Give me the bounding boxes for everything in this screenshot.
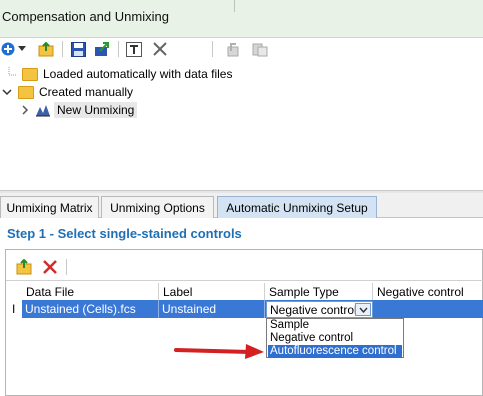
- chevron-down-icon: [358, 307, 368, 313]
- unmixing-chart-icon: [36, 105, 50, 117]
- column-label: Label: [163, 284, 193, 299]
- close-icon: [43, 260, 57, 274]
- chevron-down-icon: [18, 46, 26, 51]
- paste-button[interactable]: [250, 39, 270, 59]
- save-icon: [70, 41, 86, 57]
- rename-button[interactable]: [124, 39, 144, 59]
- tree-item-label: Created manually: [39, 85, 134, 99]
- tab-unmixing-options[interactable]: Unmixing Options: [101, 196, 214, 218]
- dropdown-option-autofluorescence-control[interactable]: Autofluorescence control: [268, 345, 402, 358]
- combo-value: Negative control: [270, 303, 357, 317]
- tree-item-new-unmixing[interactable]: New Unmixing: [20, 101, 138, 119]
- tab-label: Automatic Unmixing Setup: [226, 200, 368, 215]
- window-title-bar: Compensation and Unmixing: [0, 0, 483, 38]
- toolbar-separator: [62, 41, 63, 57]
- tab-automatic-unmixing-setup[interactable]: Automatic Unmixing Setup: [217, 196, 377, 218]
- step-title: Step 1 - Select single-stained controls: [7, 226, 242, 241]
- step-header: Step 1 - Select single-stained controls: [0, 219, 483, 247]
- tab-label: Unmixing Matrix: [6, 200, 93, 215]
- title-divider: [234, 0, 235, 12]
- row-marker: I: [12, 302, 16, 316]
- folder-add-icon: [16, 259, 31, 275]
- grid-toolbar: [6, 250, 483, 281]
- copy-button[interactable]: [224, 39, 244, 59]
- tab-label: Unmixing Options: [110, 200, 205, 215]
- folder-up-icon: [38, 41, 54, 56]
- column-header-data-file[interactable]: Data File: [22, 283, 159, 300]
- remove-control-button[interactable]: [40, 257, 60, 277]
- chevron-down-icon[interactable]: [2, 87, 12, 97]
- folder-icon: [18, 85, 34, 99]
- tree-item-label: Loaded automatically with data files: [43, 67, 233, 81]
- dropdown-option-sample[interactable]: Sample: [268, 319, 402, 332]
- column-header-negative-control[interactable]: Negative control: [373, 283, 483, 300]
- sample-type-dropdown-list: Sample Negative control Autofluorescence…: [266, 318, 404, 358]
- toolbar-separator: [118, 41, 119, 57]
- chevron-right-icon[interactable]: [20, 105, 30, 115]
- tab-bar: Unmixing Matrix Unmixing Options Automat…: [0, 193, 483, 218]
- delete-button[interactable]: [150, 39, 170, 59]
- export-icon: [95, 42, 109, 56]
- cell-negative-control[interactable]: [373, 300, 483, 318]
- save-button[interactable]: [68, 39, 88, 59]
- text-icon: [126, 41, 142, 57]
- tree-item-created-manually[interactable]: Created manually: [2, 83, 133, 101]
- folder-icon: [22, 67, 38, 81]
- add-icon: [1, 42, 15, 56]
- toolbar-separator: [66, 259, 67, 275]
- column-label: Data File: [26, 284, 75, 299]
- add-button[interactable]: [0, 39, 16, 59]
- window-title: Compensation and Unmixing: [2, 9, 169, 24]
- add-dropdown-button[interactable]: [16, 39, 28, 59]
- toolbar-separator: [212, 41, 213, 57]
- combo-dropdown-button[interactable]: [355, 303, 371, 316]
- copy-disabled-icon: [227, 42, 239, 56]
- column-header-sample-type[interactable]: Sample Type: [265, 283, 373, 300]
- tree-item-label: New Unmixing: [54, 102, 138, 118]
- dropdown-option-negative-control[interactable]: Negative control: [268, 332, 402, 345]
- delete-icon: [153, 42, 167, 56]
- main-toolbar: [0, 38, 483, 60]
- column-header-label[interactable]: Label: [159, 283, 265, 300]
- column-label: Negative control: [377, 284, 464, 299]
- column-label: Sample Type: [269, 284, 339, 299]
- sample-type-combo[interactable]: Negative control: [266, 301, 373, 318]
- annotation-arrow-icon: [174, 344, 264, 359]
- paste-disabled-icon: [252, 43, 268, 56]
- cell-data-file[interactable]: Unstained (Cells).fcs: [22, 300, 159, 318]
- export-button[interactable]: [92, 39, 112, 59]
- add-control-button[interactable]: [14, 257, 34, 277]
- tree-connector-icon: [8, 67, 16, 76]
- tab-unmixing-matrix[interactable]: Unmixing Matrix: [0, 196, 99, 218]
- tree-item-loaded-automatically[interactable]: Loaded automatically with data files: [4, 65, 232, 83]
- cell-label[interactable]: Unstained: [159, 300, 265, 318]
- open-folder-button[interactable]: [36, 39, 56, 59]
